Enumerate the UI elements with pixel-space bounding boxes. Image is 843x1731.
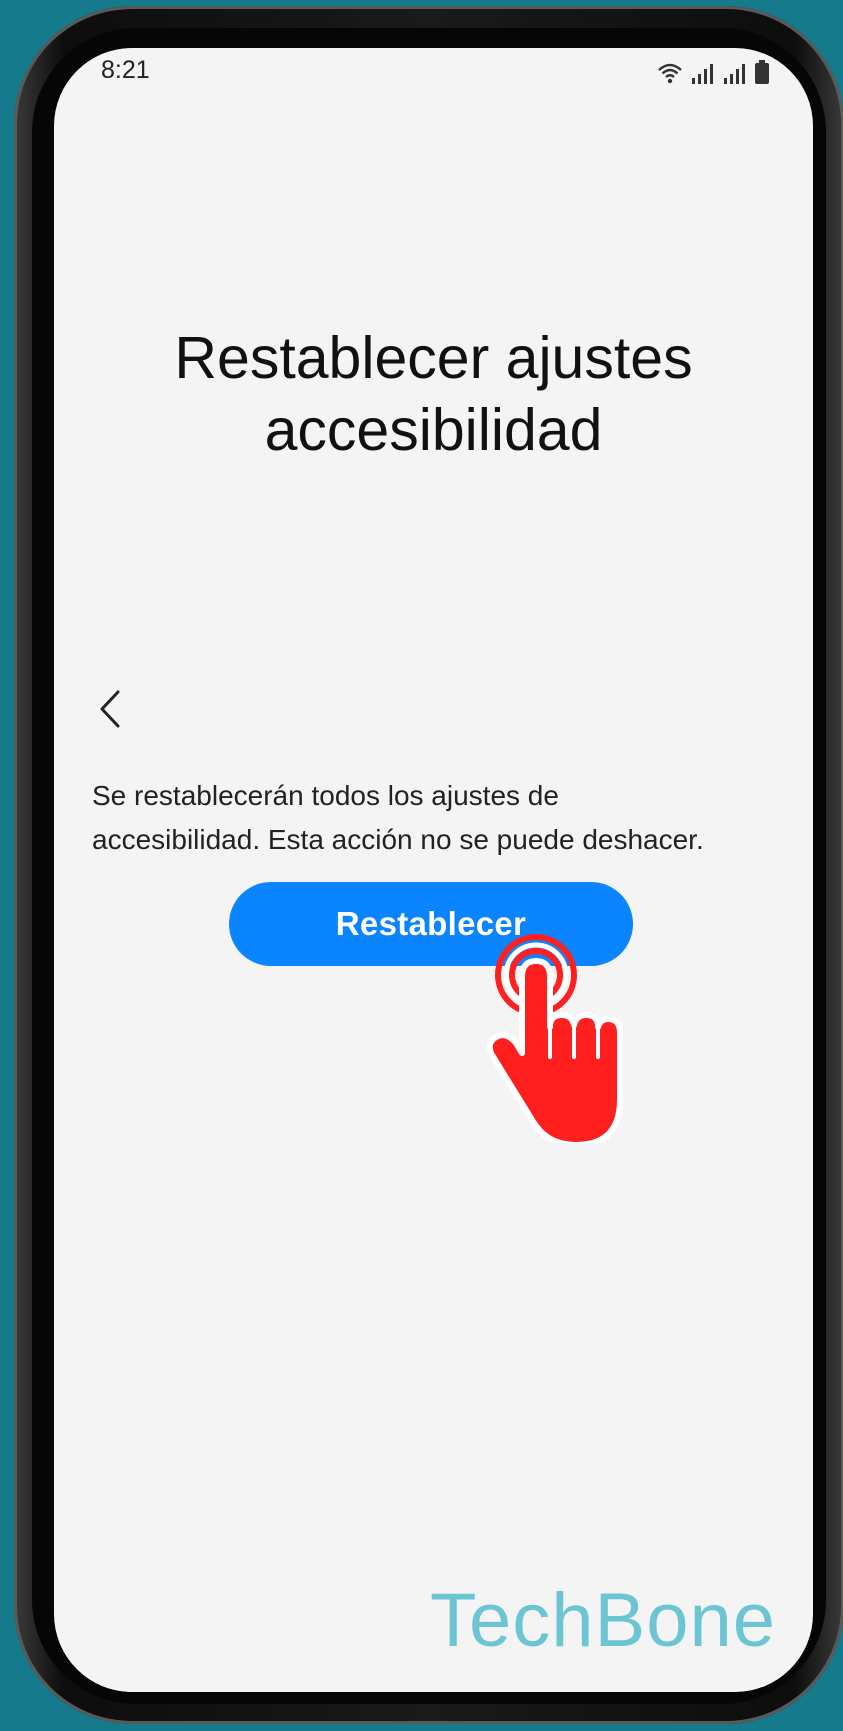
tap-hand-icon [486,934,623,1143]
watermark-text: TechBone [429,1578,776,1663]
status-time: 8:21 [101,56,150,84]
status-icons [657,58,769,84]
signal-2-icon [724,64,745,84]
description-line-2: accesibilidad. Esta acción no se puede d… [92,824,704,855]
page-title: Restablecer ajustes accesibilidad [54,322,813,466]
battery-icon [755,60,769,84]
page-title-line-1: Restablecer ajustes [174,325,693,391]
back-button[interactable] [90,684,130,734]
status-bar: 8:21 [54,48,813,108]
tutorial-frame: 8:21 Restablecer ajustes accesibilidad S… [0,0,843,1731]
page-title-line-2: accesibilidad [264,397,603,463]
chevron-left-icon [100,690,120,728]
description-line-1: Se restablecerán todos los ajustes de [92,780,559,811]
phone-screen: 8:21 Restablecer ajustes accesibilidad S… [54,48,813,1692]
description-text: Se restablecerán todos los ajustes de ac… [92,774,792,862]
signal-1-icon [692,64,713,84]
wifi-icon [658,63,682,84]
